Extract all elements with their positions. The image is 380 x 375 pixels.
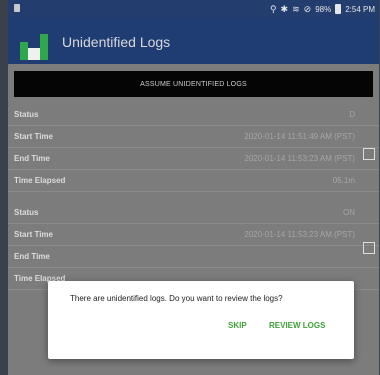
notification-icon [14, 4, 20, 12]
time-elapsed-row: Time Elapsed 05.1m [8, 170, 379, 192]
status-row: Status D [8, 104, 379, 126]
skip-button[interactable]: SKIP [228, 321, 247, 330]
app-title: Unidentified Logs [62, 34, 171, 50]
location-icon: ⚲ [269, 4, 277, 14]
status-icons: ⚲ ✱ ≋ ⊘ 98% 2:54 PM [270, 3, 375, 15]
tablet-frame: ⚲ ✱ ≋ ⊘ 98% 2:54 PM Unidentified Logs AS… [0, 0, 380, 375]
battery-percent: 98% [315, 4, 332, 14]
wifi-icon: ≋ [292, 4, 300, 14]
status-bar: ⚲ ✱ ≋ ⊘ 98% 2:54 PM [8, 0, 379, 18]
assume-logs-button[interactable]: ASSUME UNIDENTIFIED LOGS [14, 71, 373, 97]
clock: 2:54 PM [345, 4, 375, 14]
dnd-icon: ⊘ [303, 4, 312, 14]
end-time-row: End Time 2020-01-14 11:53:23 AM (PST) [8, 148, 379, 170]
dialog-message: There are unidentified logs. Do you want… [70, 294, 283, 303]
end-time-row: End Time [8, 246, 379, 268]
app-bar: Unidentified Logs [8, 18, 379, 64]
status-row: Status ON [8, 202, 379, 224]
review-logs-button[interactable]: REVIEW LOGS [269, 321, 325, 330]
start-time-row: Start Time 2020-01-14 11:51:49 AM (PST) [8, 126, 379, 148]
start-time-row: Start Time 2020-01-14 11:53:23 AM (PST) [8, 224, 379, 246]
review-logs-dialog: There are unidentified logs. Do you want… [48, 281, 354, 359]
log-entry-2[interactable]: Status ON Start Time 2020-01-14 11:53:23… [8, 202, 379, 290]
log-checkbox-2[interactable] [363, 242, 375, 254]
screen: ⚲ ✱ ≋ ⊘ 98% 2:54 PM Unidentified Logs AS… [8, 0, 379, 375]
battery-icon [335, 4, 342, 14]
log-entry-1[interactable]: Status D Start Time 2020-01-14 11:51:49 … [8, 104, 379, 192]
bluetooth-icon: ✱ [280, 4, 289, 14]
app-logo-icon [20, 30, 48, 60]
log-checkbox-1[interactable] [363, 148, 375, 160]
